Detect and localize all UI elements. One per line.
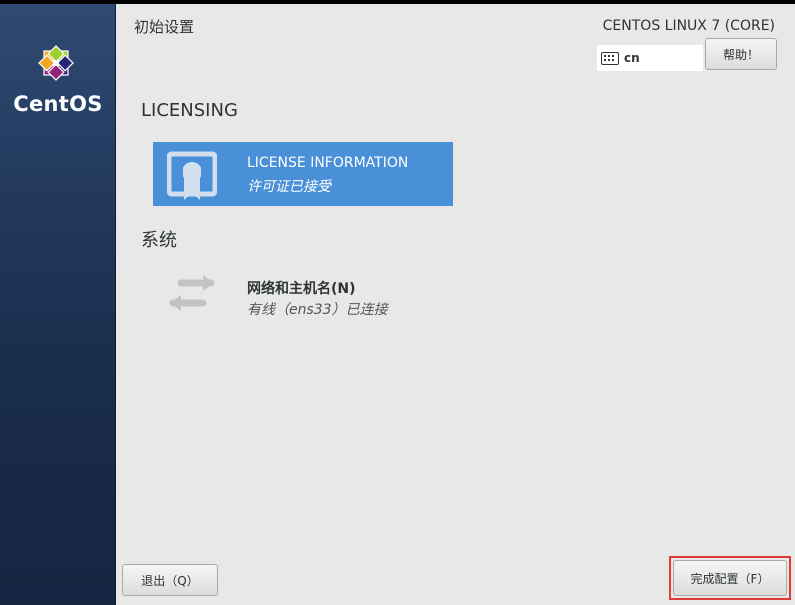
spoke-license-information[interactable]: LICENSE INFORMATION 许可证已接受 [153,142,453,206]
product-name: CENTOS LINUX 7 (CORE) [602,18,775,34]
main-panel: 初始设置 CENTOS LINUX 7 (CORE) cn 帮助！ LICENS… [116,4,795,605]
page-title: 初始设置 [134,18,195,36]
spoke-network-hostname[interactable]: 网络和主机名(N) 有线（ens33）已连接 [153,265,453,329]
quit-button[interactable]: 退出（Q） [122,564,218,596]
section-title-system: 系统 [141,230,177,251]
spoke-status: 许可证已接受 [247,179,331,195]
help-button[interactable]: 帮助！ [705,38,777,70]
finish-configuration-button[interactable]: 完成配置（F） [673,560,787,596]
keyboard-layout-label: cn [624,51,640,65]
network-arrows-icon [169,275,215,311]
centos-logo-icon [38,45,74,81]
keyboard-icon [601,51,619,65]
brand-name: CentOS [13,92,103,116]
spoke-status: 有线（ens33）已连接 [247,302,388,318]
keyboard-layout-indicator[interactable]: cn [597,45,703,71]
sidebar: CentOS [0,4,116,605]
section-title-licensing: LICENSING [141,100,238,121]
spoke-title: LICENSE INFORMATION [247,155,409,171]
spoke-title: 网络和主机名(N) [247,281,356,297]
license-certificate-icon [167,151,217,200]
